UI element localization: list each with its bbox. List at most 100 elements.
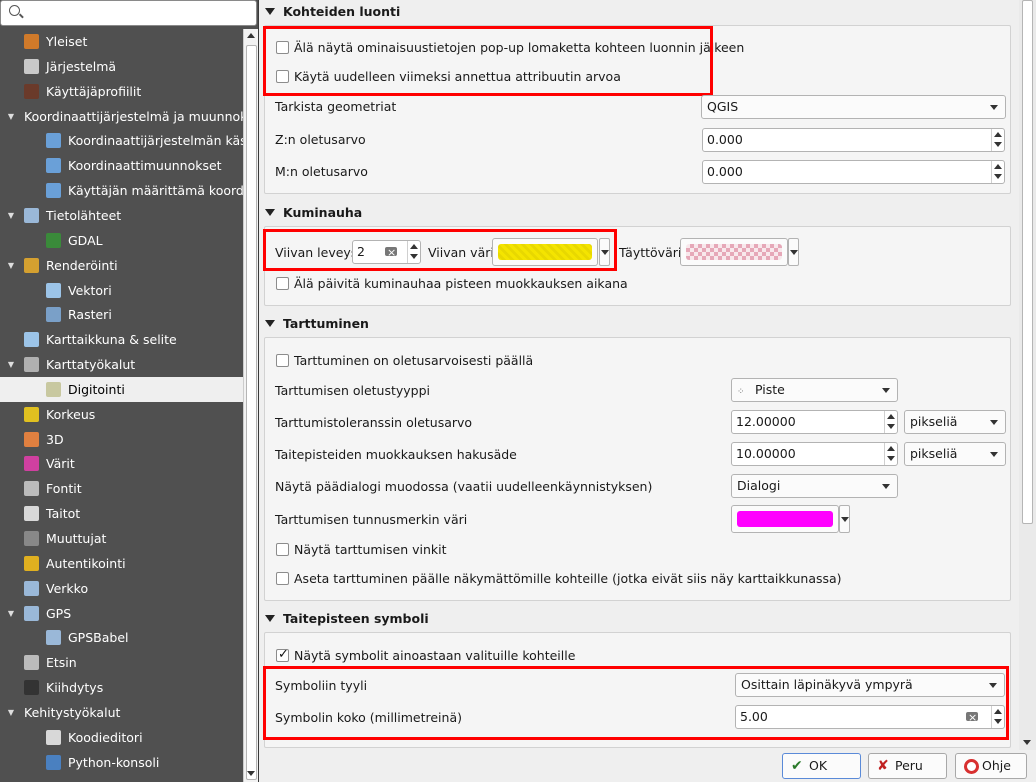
sidebar-scrollbar[interactable] [243,29,258,782]
spin-arrows[interactable] [991,161,1004,183]
sidebar-item-3d[interactable]: 3D [0,427,243,452]
spin-arrows[interactable] [991,129,1004,151]
collapse-triangle-icon[interactable] [265,615,275,622]
sidebar-item-kiihdytys[interactable]: Kiihdytys [0,675,243,700]
sidebar-item-label: Korkeus [46,406,96,422]
spin-arrows[interactable] [991,706,1004,728]
line-color-dropdown[interactable] [599,238,610,266]
reuse-attribute-checkbox[interactable] [276,70,289,83]
collapse-triangle-icon[interactable] [265,320,275,327]
default-z-spinbox[interactable]: 0.000 [702,128,1005,152]
dialog-mode-combo[interactable]: Dialogi [731,474,898,498]
sidebar-item-käyttäjän-määrittämä-koordinaatisto[interactable]: Käyttäjän määrittämä koordinaatisto [0,178,243,203]
only-selected-checkbox[interactable] [276,647,289,662]
sidebar-item-digitointi[interactable]: Digitointi [0,376,243,402]
sidebar-item-renderöinti[interactable]: ▼ Renderöinti [0,253,243,278]
snap-enabled-checkbox[interactable] [276,354,289,367]
expand-arrow-icon[interactable]: ▼ [6,352,16,377]
sidebar-item-karttatyökalut[interactable]: ▼ Karttatyökalut [0,352,243,377]
sidebar-item-korkeus[interactable]: Korkeus [0,402,243,427]
sidebar-item-kehitystyökalut[interactable]: ▼ Kehitystyökalut [0,700,243,725]
collapse-triangle-icon[interactable] [265,8,275,15]
sidebar-item-käyttäjäprofiilit[interactable]: Käyttäjäprofiilit [0,79,243,104]
default-m-spinbox[interactable]: 0.000 [702,160,1005,184]
sidebar-item-vektori[interactable]: Vektori [0,278,243,303]
group-header-snapping[interactable]: Tarttuminen [259,312,1019,336]
panel-scrollbar[interactable] [1019,0,1036,750]
cancel-button[interactable]: ✘ Peru [868,753,947,779]
table-icon [24,207,39,223]
snap-invisible-checkbox[interactable] [276,572,289,585]
sidebar-item-järjestelmä[interactable]: Järjestelmä [0,54,243,79]
snap-tolerance-unit-combo[interactable]: pikseliä [904,410,1006,434]
cube-icon [24,431,39,447]
sidebar-item-värit[interactable]: Värit [0,451,243,476]
sidebar-item-gdal[interactable]: GDAL [0,228,243,253]
suppress-popup-checkbox[interactable] [276,41,289,54]
sidebar-item-label: Fontit [46,481,82,497]
sidebar-item-koordinaattijärjestelmä-ja-muunnokset[interactable]: ▼ Koordinaattijärjestelmä ja muunnokset [0,104,243,129]
expand-arrow-icon[interactable]: ▼ [6,601,16,626]
sidebar-item-gps[interactable]: ▼ GPS [0,601,243,626]
combo-value: Dialogi [737,478,781,493]
line-color-button[interactable] [492,238,598,266]
expand-arrow-icon[interactable]: ▼ [6,700,16,725]
scroll-down-arrow[interactable] [247,771,255,776]
group-header-vertex-marker[interactable]: Taitepisteen symboli [259,607,1019,631]
search-box[interactable] [0,0,257,26]
scroll-down-arrow[interactable] [1023,740,1031,745]
help-button[interactable]: Ohje [955,753,1027,779]
sidebar-item-etsin[interactable]: Etsin [0,650,243,675]
sidebar-item-koordinaattijärjestelmän-käsittely[interactable]: Koordinaattijärjestelmän käsittely [0,128,243,153]
line-width-spinbox[interactable]: 2 [352,240,421,264]
sidebar-item-yleiset[interactable]: Yleiset [0,29,243,54]
sidebar-item-verkko[interactable]: Verkko [0,576,243,601]
sidebar-scroll-thumb[interactable] [246,45,257,780]
expand-arrow-icon[interactable]: ▼ [6,203,16,228]
sidebar-item-gpsbabel[interactable]: GPSBabel [0,625,243,650]
marker-style-label: Symboliin tyyli [275,678,368,693]
snap-tolerance-spinbox[interactable]: 12.00000 [731,410,898,434]
panel-scroll-thumb[interactable] [1022,0,1033,524]
marker-style-combo[interactable]: Osittain läpinäkyvä ympyrä [735,673,1005,697]
sidebar-item-label: Koordinaattijärjestelmä ja muunnokset [24,108,243,124]
sidebar-item-rasteri[interactable]: Rasteri [0,302,243,327]
sidebar-item-muuttujat[interactable]: Muuttujat [0,526,243,551]
search-radius-spinbox[interactable]: 10.00000 [731,442,898,466]
gears-icon [24,58,39,74]
spin-arrows[interactable] [407,241,420,263]
sidebar-item-karttaikkuna-selite[interactable]: Karttaikkuna & selite [0,327,243,352]
fill-color-button[interactable] [680,238,788,266]
fill-color-dropdown[interactable] [788,238,799,266]
spin-arrows[interactable] [884,411,897,433]
sidebar-item-fontit[interactable]: Fontit [0,476,243,501]
group-header-rubberband[interactable]: Kuminauha [259,201,1019,225]
validate-geometry-combo[interactable]: QGIS [701,95,1006,119]
marker-color-button[interactable] [731,505,839,533]
sidebar-item-taitot[interactable]: Taitot [0,501,243,526]
collapse-triangle-icon[interactable] [265,209,275,216]
search-radius-unit-combo[interactable]: pikseliä [904,442,1006,466]
marker-color-dropdown[interactable] [839,505,850,533]
color-swatch [498,244,592,260]
combo-value: Piste [754,382,785,397]
clear-icon[interactable] [966,707,978,729]
only-selected-label: Näytä symbolit ainoastaan valituille koh… [294,648,576,663]
sidebar-item-autentikointi[interactable]: Autentikointi [0,551,243,576]
clear-icon[interactable] [385,242,397,264]
snap-tips-checkbox[interactable] [276,543,289,556]
scroll-up-arrow[interactable] [247,33,255,38]
sidebar-item-tietolähteet[interactable]: ▼ Tietolähteet [0,203,243,228]
search-radius-label: Taitepisteiden muokkauksen hakusäde [275,447,517,462]
expand-arrow-icon[interactable]: ▼ [6,104,16,129]
spin-arrows[interactable] [884,443,897,465]
group-header-feature-creation[interactable]: Kohteiden luonti [259,0,1019,24]
sidebar-item-koordinaattimuunnokset[interactable]: Koordinaattimuunnokset [0,153,243,178]
snap-type-combo[interactable]: ⁘ Piste [731,378,898,402]
no-rubberband-update-checkbox[interactable] [276,277,289,290]
ok-button[interactable]: ✔ OK [782,753,861,779]
marker-size-spinbox[interactable]: 5.00 [735,705,1005,729]
expand-arrow-icon[interactable]: ▼ [6,253,16,278]
sidebar-item-koodieditori[interactable]: Koodieditori [0,725,243,750]
sidebar-item-python-konsoli[interactable]: Python-konsoli [0,750,243,775]
